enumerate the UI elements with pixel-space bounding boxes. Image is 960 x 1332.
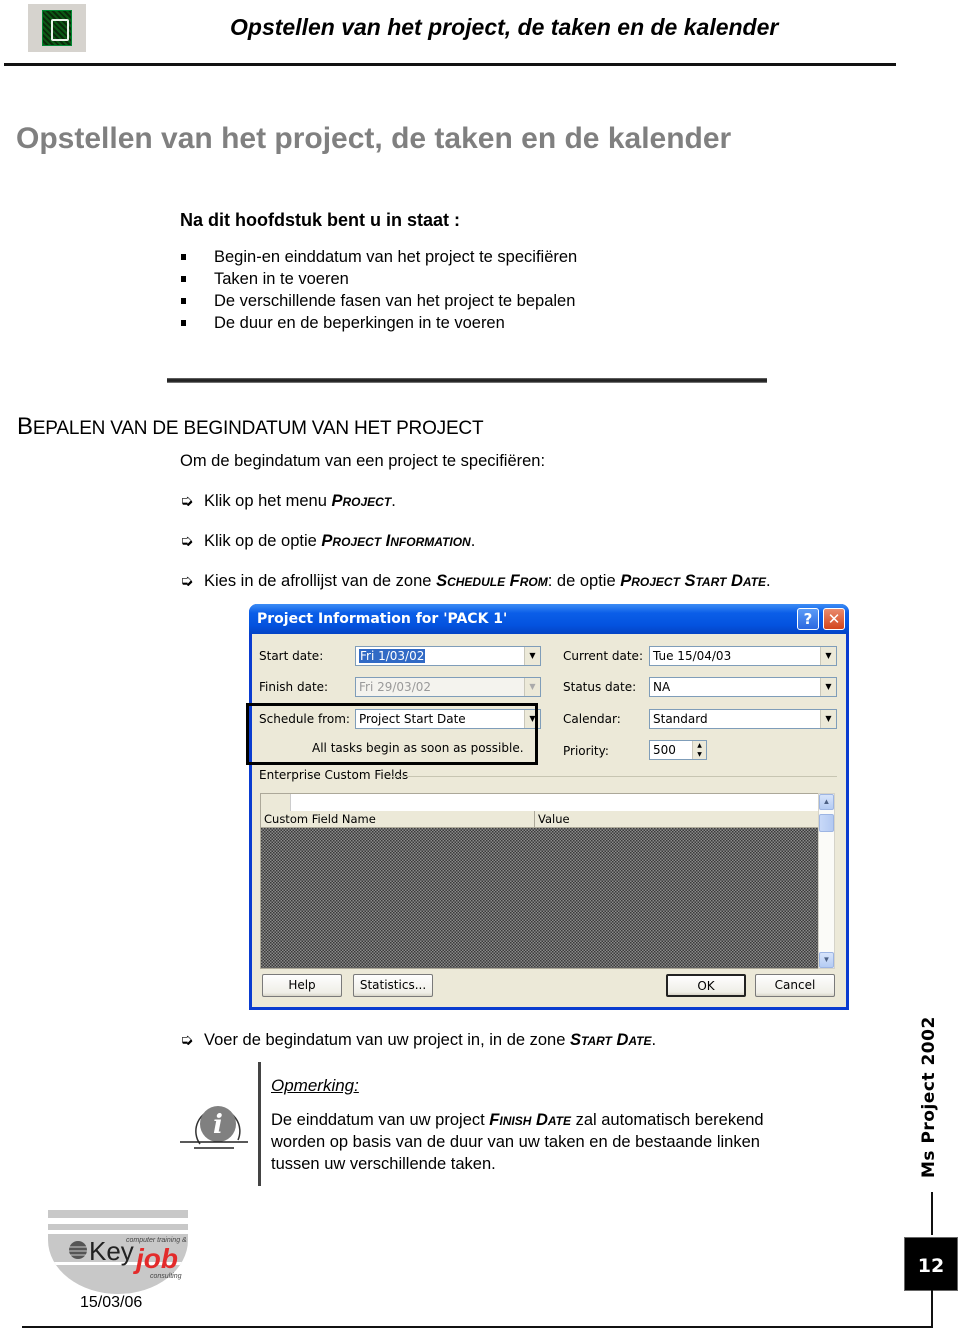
enterprise-custom-fields-label: Enterprise Custom Fields [259,768,409,782]
note-bar [258,1062,261,1186]
grid-entry-bar[interactable] [261,794,825,811]
cancel-button[interactable]: Cancel [755,974,835,997]
note-body: De einddatum van uw project Finish Date … [271,1111,764,1173]
logo-tagline-bottom: consulting [150,1273,182,1280]
chevron-down-icon[interactable]: ▼ [524,647,540,665]
product-sidebar-label: Ms Project 2002 [919,1016,939,1178]
step-item: ➭ Kies in de afrollijst van de zone Sched… [180,572,771,590]
objective-item: Begin-en einddatum van het project te sp… [180,246,577,268]
pointing-hand-arrow-icon: ➭ [180,533,194,550]
spin-down-icon[interactable]: ▼ [693,750,706,759]
dialog-titlebar: Project Information for 'PACK 1' ? ✕ [249,604,849,634]
objectives-list: Begin-en einddatum van het project te sp… [180,246,577,334]
chevron-down-icon[interactable]: ▼ [820,647,836,665]
dialog-title: Project Information for 'PACK 1' [257,611,508,627]
section-heading: BEPALEN VAN DE BEGINDATUM VAN HET PROJEC… [17,413,484,440]
objective-item: Taken in te voeren [180,268,577,290]
schedule-from-highlight-box [246,703,538,765]
start-date-field[interactable]: Fri 1/03/02 ▼ [355,646,541,666]
start-date-label: Start date: [259,649,324,663]
chapter-title: Opstellen van het project, de taken en d… [16,122,732,155]
column-header-custom-field-name[interactable]: Custom Field Name [261,811,535,828]
calendar-select[interactable]: Standard ▼ [649,709,837,729]
running-header-title: Opstellen van het project, de taken en d… [230,14,779,40]
header-rule [4,63,896,66]
scroll-down-icon[interactable]: ▼ [819,952,834,968]
calendar-label: Calendar: [563,712,621,726]
project-information-dialog: Project Information for 'PACK 1' ? ✕ Sta… [249,604,849,1010]
page-number: 12 [904,1237,958,1291]
pointing-hand-arrow-icon: ➭ [180,573,194,590]
bullet-square-icon [181,320,186,326]
help-icon[interactable]: ? [797,608,819,630]
chevron-down-icon[interactable]: ▼ [820,710,836,728]
help-button[interactable]: Help [262,974,342,997]
pointing-hand-arrow-icon: ➭ [180,1032,194,1049]
priority-label: Priority: [563,744,609,758]
bullet-square-icon [181,254,186,260]
ok-button[interactable]: OK [666,974,746,997]
note-heading: Opmerking: [271,1076,359,1095]
priority-stepper[interactable]: 500 ▲ ▼ [649,740,707,760]
ms-project-icon [42,10,72,46]
sidebar-line [931,1290,933,1326]
chevron-down-icon[interactable]: ▼ [820,678,836,696]
logo-job-text: job [132,1243,178,1274]
grid-empty-area [261,828,825,968]
spin-up-icon[interactable]: ▲ [693,741,706,750]
sidebar-line [931,1192,933,1235]
svg-text:i: i [213,1110,223,1140]
status-date-field[interactable]: NA ▼ [649,677,837,697]
close-icon[interactable]: ✕ [823,608,845,630]
group-divider [392,776,837,777]
finish-date-field: Fri 29/03/02 ▼ [355,677,541,697]
scroll-up-icon[interactable]: ▲ [819,794,834,810]
statistics-button[interactable]: Statistics... [353,974,433,997]
keyjob-logo: Key job computer training & consulting [48,1210,188,1294]
chevron-down-icon: ▼ [524,678,540,696]
step-item: ➭ Klik op de optie Project Information. [180,532,476,550]
objective-item: De duur en de beperkingen in te voeren [180,312,577,334]
section-divider [167,378,767,383]
column-header-value[interactable]: Value [535,811,827,828]
section-intro: Om de begindatum van een project te spec… [180,452,546,470]
objectives-heading: Na dit hoofdstuk bent u in staat : [180,210,460,230]
logo-tagline-top: computer training & [126,1237,187,1244]
step-item: ➭ Voer de begindatum van uw project in, i… [180,1031,657,1049]
scroll-thumb[interactable] [819,814,834,832]
app-icon [28,4,86,52]
bullet-square-icon [181,276,186,282]
footer-date: 15/03/06 [80,1294,143,1311]
spin-buttons[interactable]: ▲ ▼ [692,741,706,759]
grid-scrollbar[interactable]: ▲ ▼ [818,793,835,969]
info-icon: i [180,1106,248,1149]
finish-date-label: Finish date: [259,680,329,694]
grid-corner [261,794,291,811]
footer-rule [22,1326,933,1328]
objective-item: De verschillende fasen van het project t… [180,290,577,312]
current-date-field[interactable]: Tue 15/04/03 ▼ [649,646,837,666]
step-item: ➭ Klik op het menu Project. [180,492,396,510]
pointing-hand-arrow-icon: ➭ [180,493,194,510]
status-date-label: Status date: [563,680,637,694]
custom-fields-grid[interactable]: Custom Field Name Value [260,793,827,969]
bullet-square-icon [181,298,186,304]
current-date-label: Current date: [563,649,643,663]
